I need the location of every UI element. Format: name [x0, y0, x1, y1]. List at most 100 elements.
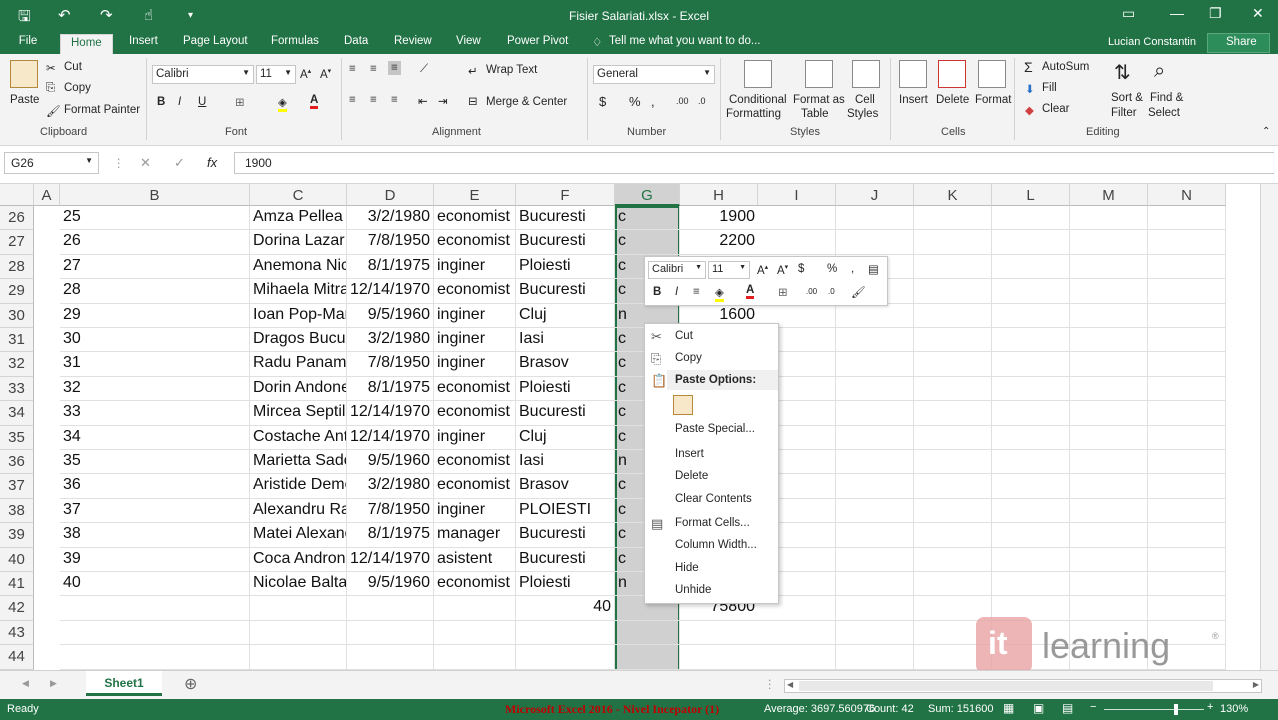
empty-cell[interactable]	[992, 474, 1070, 499]
menu-item-clear-contents[interactable]: Clear Contents	[675, 493, 752, 505]
cell-c-42[interactable]	[347, 596, 434, 621]
center-icon[interactable]: ≡	[693, 286, 700, 298]
align-top-icon[interactable]: ≡	[349, 63, 356, 75]
column-header-d[interactable]: D	[347, 184, 434, 206]
empty-cell[interactable]	[758, 206, 836, 231]
cell-d-38[interactable]: inginer	[434, 498, 516, 524]
empty-cell[interactable]	[1148, 206, 1226, 231]
cell-a-37[interactable]: 36	[60, 474, 250, 499]
bold-icon[interactable]: B	[653, 286, 661, 298]
cell-c-34[interactable]: 12/14/1970	[347, 401, 434, 426]
row-header[interactable]: 29	[0, 279, 34, 304]
cell-styles-button-line2[interactable]: Styles	[847, 108, 878, 120]
empty-cell[interactable]	[1148, 547, 1226, 572]
delete-cells-icon[interactable]	[938, 60, 966, 88]
zoom-slider-handle[interactable]	[1174, 704, 1178, 715]
cell-f-43[interactable]	[615, 620, 680, 646]
fill-icon[interactable]: ⬇	[1025, 82, 1035, 96]
borders-icon[interactable]: ⊞	[778, 285, 788, 299]
tab-insert[interactable]: Insert	[129, 35, 158, 47]
cell-a-28[interactable]: 27	[60, 254, 250, 280]
cell-a-31[interactable]: 30	[60, 328, 250, 353]
format-painter-icon[interactable]: 🖌	[851, 285, 866, 299]
column-header-l[interactable]: L	[992, 184, 1070, 206]
cell-e-28[interactable]: Ploiesti	[516, 254, 615, 280]
empty-cell[interactable]	[836, 230, 914, 255]
format-as-table-button[interactable]: Format as	[793, 94, 845, 106]
empty-cell[interactable]	[992, 303, 1070, 328]
insert-cells-button[interactable]: Insert	[899, 94, 928, 106]
font-color-icon[interactable]: A	[746, 284, 755, 299]
empty-cell[interactable]	[992, 230, 1070, 255]
empty-cell[interactable]	[914, 254, 992, 280]
formula-input[interactable]: 1900	[234, 152, 1274, 174]
row-header[interactable]: 39	[0, 523, 34, 548]
page-layout-view-icon[interactable]: ▣	[1033, 701, 1044, 715]
empty-cell[interactable]	[1070, 572, 1148, 597]
empty-cell[interactable]	[758, 645, 836, 670]
cell-e-32[interactable]: Brasov	[516, 352, 615, 377]
mini-size-combo[interactable]: 11 ▼	[708, 261, 750, 279]
column-header-f[interactable]: F	[516, 184, 615, 206]
empty-cell[interactable]	[1148, 254, 1226, 280]
copy-button[interactable]: Copy	[64, 82, 91, 94]
empty-cell[interactable]	[914, 206, 992, 231]
comma-icon[interactable]: ,	[651, 94, 655, 109]
cell-b-38[interactable]: Alexandru Rabulea	[250, 498, 347, 524]
collapse-ribbon-icon[interactable]: ⌃	[1262, 126, 1270, 137]
empty-cell[interactable]	[914, 572, 992, 597]
close-icon[interactable]: ✕	[1252, 5, 1264, 22]
empty-cell[interactable]	[836, 425, 914, 450]
cell-d-33[interactable]: economist	[434, 376, 516, 402]
empty-cell[interactable]	[1070, 547, 1148, 572]
empty-cell[interactable]	[836, 572, 914, 597]
maximize-icon[interactable]: ❐	[1209, 5, 1222, 22]
fill-color-icon[interactable]: ◈	[278, 95, 287, 112]
cell-a-32[interactable]: 31	[60, 352, 250, 377]
mini-font-combo[interactable]: Calibri ▼	[648, 261, 706, 279]
name-box[interactable]: G26 ▼	[4, 152, 99, 174]
cell-g-27[interactable]: 2200	[680, 230, 758, 255]
cell-c-33[interactable]: 8/1/1975	[347, 376, 434, 402]
row-header[interactable]: 40	[0, 547, 34, 572]
cell-c-38[interactable]: 7/8/1950	[347, 498, 434, 524]
comma-icon[interactable]: ,	[851, 263, 854, 275]
cell-e-35[interactable]: Cluj	[516, 425, 615, 450]
normal-view-icon[interactable]: ▦	[1003, 701, 1014, 715]
cell-c-41[interactable]: 9/5/1960	[347, 572, 434, 597]
empty-cell[interactable]	[1070, 303, 1148, 328]
empty-cell[interactable]	[1148, 401, 1226, 426]
cell-b-32[interactable]: Radu Panamarenco	[250, 352, 347, 377]
decrease-decimal-icon[interactable]: .0	[828, 287, 835, 296]
empty-cell[interactable]	[1148, 376, 1226, 402]
tell-me-bulb-icon[interactable]: ♢	[592, 35, 602, 49]
cell-e-34[interactable]: Bucuresti	[516, 401, 615, 426]
empty-cell[interactable]	[836, 450, 914, 475]
user-name[interactable]: Lucian Constantin	[1108, 36, 1196, 48]
row-header[interactable]: 33	[0, 376, 34, 402]
empty-cell[interactable]	[1070, 279, 1148, 304]
conditional-formatting-icon[interactable]	[744, 60, 772, 88]
cell-a-42[interactable]	[60, 596, 250, 621]
empty-cell[interactable]	[1148, 596, 1226, 621]
cell-c-28[interactable]: 8/1/1975	[347, 254, 434, 280]
column-header-a[interactable]: A	[34, 184, 60, 206]
page-break-view-icon[interactable]: ▤	[1062, 701, 1073, 715]
tab-view[interactable]: View	[456, 35, 481, 47]
empty-cell[interactable]	[992, 450, 1070, 475]
cell-b-41[interactable]: Nicolae Baltateanu	[250, 572, 347, 597]
empty-cell[interactable]	[758, 620, 836, 646]
autosum-button[interactable]: AutoSum	[1042, 61, 1089, 73]
cell-e-26[interactable]: Bucuresti	[516, 206, 615, 231]
paste-button[interactable]: Paste	[10, 94, 39, 106]
minimize-icon[interactable]: —	[1170, 5, 1184, 21]
empty-cell[interactable]	[914, 376, 992, 402]
empty-cell[interactable]	[914, 547, 992, 572]
empty-cell[interactable]	[1148, 279, 1226, 304]
sort-filter-button[interactable]: Sort &	[1111, 92, 1143, 104]
empty-cell[interactable]	[1070, 523, 1148, 548]
wrap-text-icon[interactable]: ↵	[468, 64, 478, 78]
empty-cell[interactable]	[1148, 352, 1226, 377]
number-format-combo[interactable]: General ▼	[593, 65, 715, 84]
conditional-formatting-button-line2[interactable]: Formatting	[726, 108, 781, 120]
